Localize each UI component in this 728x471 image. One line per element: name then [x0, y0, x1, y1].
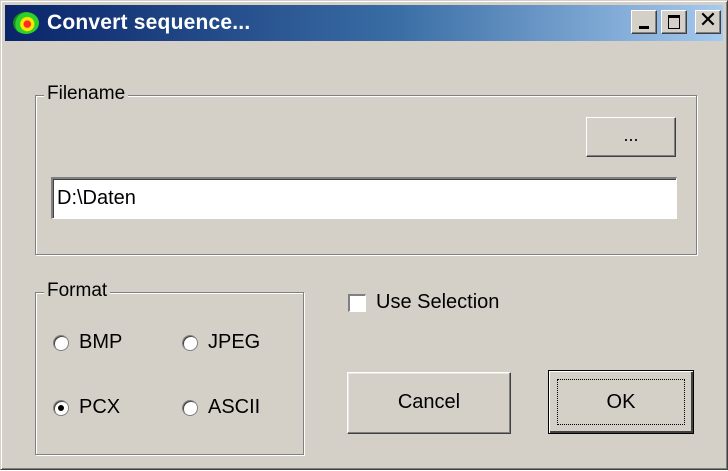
- format-option-jpeg[interactable]: JPEG: [182, 331, 260, 354]
- app-icon: [13, 12, 39, 34]
- ok-button[interactable]: OK: [548, 370, 694, 434]
- filename-group-label: Filename: [44, 83, 129, 105]
- maximize-button[interactable]: [661, 10, 687, 34]
- radio-pcx[interactable]: [53, 399, 69, 416]
- radio-bmp-label: BMP: [79, 331, 123, 353]
- radio-bmp[interactable]: [53, 334, 69, 351]
- window-title: Convert sequence...: [47, 11, 251, 34]
- cancel-button[interactable]: Cancel: [347, 372, 511, 434]
- convert-sequence-dialog: Convert sequence... ✕ Filename ... D:\Da…: [0, 0, 728, 470]
- radio-ascii[interactable]: [182, 399, 198, 416]
- format-group-label: Format: [44, 280, 111, 302]
- use-selection-checkbox[interactable]: [348, 293, 366, 312]
- use-selection-option[interactable]: Use Selection: [348, 291, 499, 314]
- format-option-bmp[interactable]: BMP: [53, 331, 122, 354]
- format-option-pcx[interactable]: PCX: [53, 396, 120, 419]
- browse-button[interactable]: ...: [586, 117, 676, 157]
- radio-jpeg-label: JPEG: [208, 331, 261, 353]
- filename-input[interactable]: D:\Daten: [51, 177, 677, 219]
- close-button[interactable]: ✕: [695, 8, 721, 34]
- ok-button-label: OK: [606, 391, 636, 413]
- minimize-button[interactable]: [631, 10, 657, 34]
- format-option-ascii[interactable]: ASCII: [182, 396, 260, 419]
- close-icon: ✕: [698, 8, 718, 33]
- format-group: Format: [35, 280, 304, 455]
- use-selection-label: Use Selection: [376, 291, 500, 313]
- radio-pcx-label: PCX: [79, 396, 121, 418]
- title-bar[interactable]: Convert sequence... ✕: [5, 5, 723, 41]
- maximize-icon: [668, 15, 680, 29]
- minimize-icon: [639, 26, 649, 29]
- radio-jpeg[interactable]: [182, 334, 198, 351]
- radio-ascii-label: ASCII: [208, 396, 261, 418]
